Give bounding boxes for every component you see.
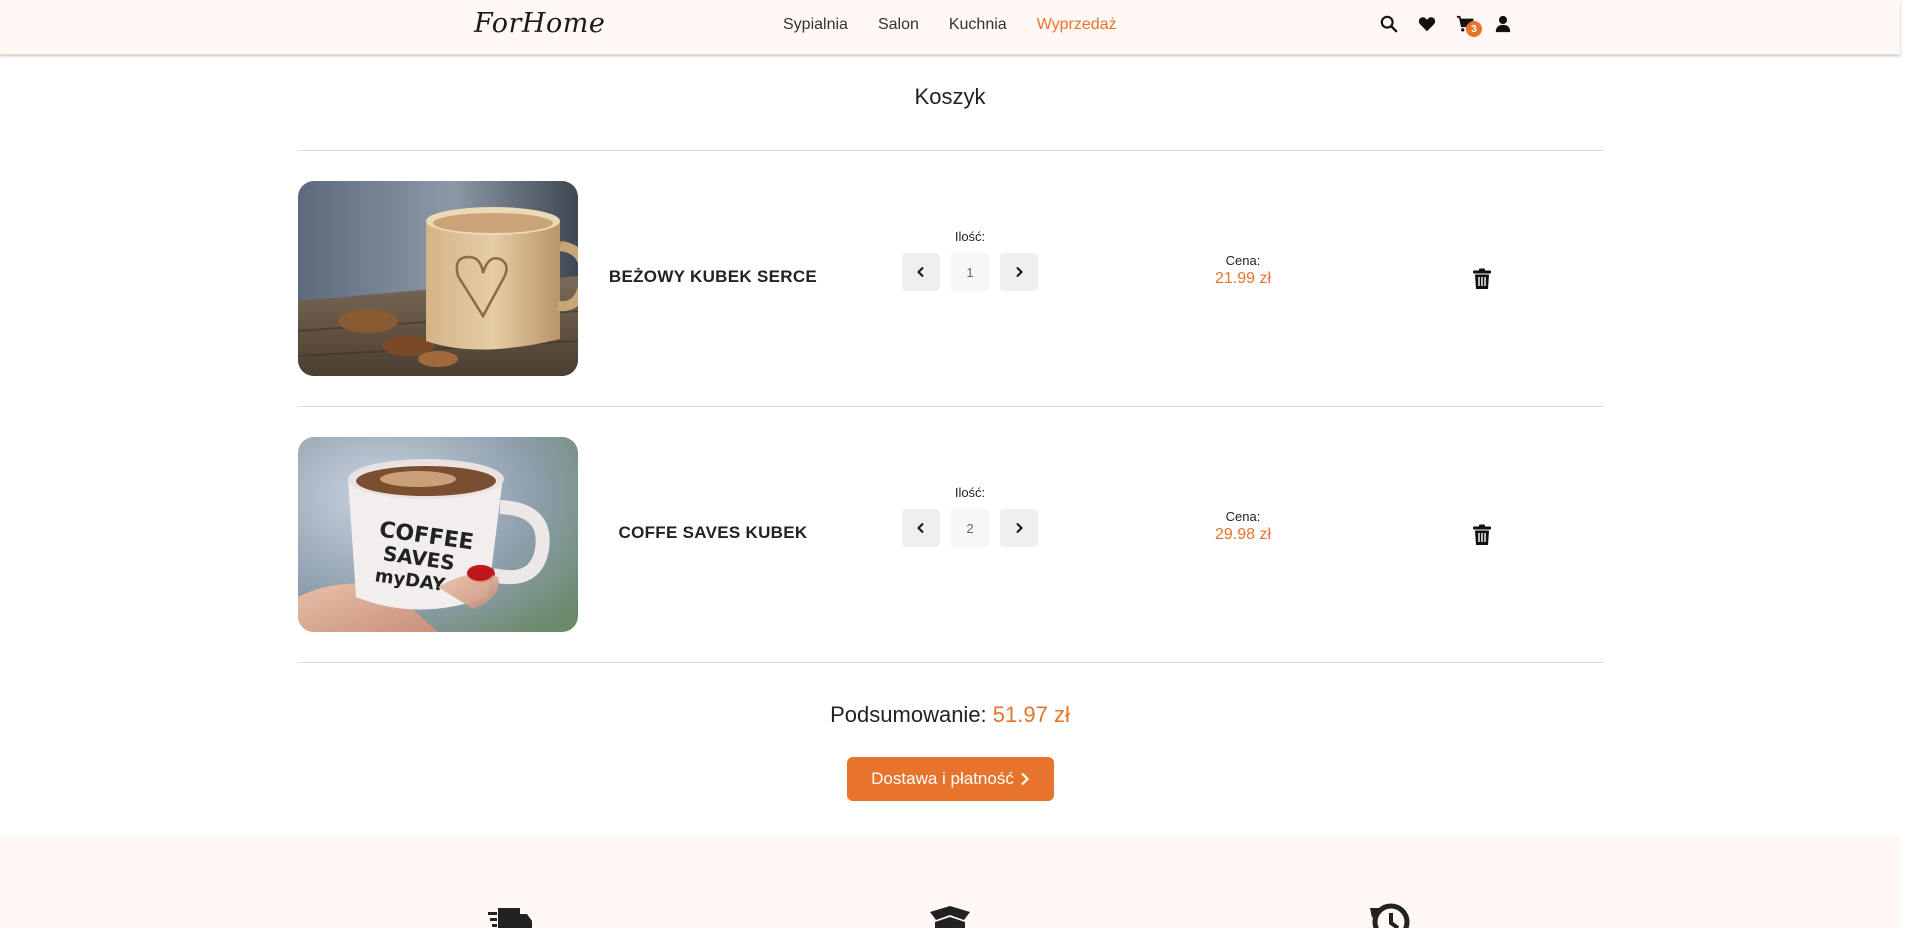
quantity-label: Ilość:: [954, 485, 986, 500]
remove-item-button[interactable]: [1472, 268, 1492, 290]
search-icon[interactable]: [1378, 13, 1400, 35]
nav-item-sypialnia[interactable]: Sypialnia: [783, 16, 848, 34]
price-value: 29.98 zł: [1214, 526, 1272, 543]
trash-icon: [1473, 524, 1491, 545]
chevron-left-icon: [917, 266, 924, 278]
nav-item-kuchnia[interactable]: Kuchnia: [949, 16, 1007, 34]
trash-icon: [1473, 268, 1491, 289]
main-nav: Sypialnia Salon Kuchnia Wyprzedaż: [783, 16, 1147, 34]
truck-icon: [488, 898, 532, 928]
page-title: Koszyk: [914, 84, 986, 109]
increase-quantity-button[interactable]: [1000, 509, 1038, 547]
product-image-coffee-saves-mug[interactable]: COFFEE SAVES myDAY: [298, 437, 578, 632]
increase-quantity-button[interactable]: [1000, 253, 1038, 291]
product-name[interactable]: COFFE SAVES KUBEK: [598, 523, 828, 543]
quantity-input[interactable]: [951, 509, 989, 547]
chevron-right-icon: [1016, 266, 1023, 278]
quantity-stepper: Ilość:: [902, 485, 1038, 547]
price-block: Cena: 21.99 zł: [1168, 253, 1318, 288]
heart-icon[interactable]: [1416, 13, 1438, 35]
product-image-beige-heart-mug[interactable]: [298, 181, 578, 376]
user-icon[interactable]: [1492, 13, 1514, 35]
chevron-right-icon: [1021, 772, 1029, 786]
decrease-quantity-button[interactable]: [902, 253, 940, 291]
chevron-right-icon: [1016, 522, 1023, 534]
summary-amount: 51.97 zł: [992, 702, 1070, 727]
order-summary: Podsumowanie: 51.97 zł: [0, 702, 1900, 728]
divider: [298, 662, 1604, 663]
price-label: Cena:: [1225, 509, 1261, 524]
quantity-input[interactable]: [951, 253, 989, 291]
quantity-label: Ilość:: [954, 229, 986, 244]
cart-icon[interactable]: 3: [1454, 13, 1482, 37]
divider: [298, 406, 1604, 407]
quantity-stepper: Ilość:: [902, 229, 1038, 291]
chevron-left-icon: [917, 522, 924, 534]
price-label: Cena:: [1225, 253, 1261, 268]
delivery-and-payment-button[interactable]: Dostawa i płatność: [847, 757, 1054, 801]
logo[interactable]: ForHome: [474, 8, 605, 39]
cart-count-badge: 3: [1466, 21, 1482, 37]
cart-item: BEŻOWY KUBEK SERCE Ilość: Cena: 21.99 zł: [298, 181, 1604, 376]
history-icon: [1368, 898, 1412, 928]
decrease-quantity-button[interactable]: [902, 509, 940, 547]
price-value: 21.99 zł: [1214, 270, 1272, 287]
top-navbar: ForHome Sypialnia Salon Kuchnia Wyprzeda…: [0, 0, 1900, 55]
remove-item-button[interactable]: [1472, 524, 1492, 546]
product-name[interactable]: BEŻOWY KUBEK SERCE: [598, 267, 828, 287]
checkout-button-label: Dostawa i płatność: [871, 769, 1014, 788]
nav-item-wyprzedaz[interactable]: Wyprzedaż: [1037, 16, 1117, 34]
summary-label: Podsumowanie:: [830, 702, 987, 727]
box-icon: [928, 898, 972, 928]
cart-item: COFFEE SAVES myDAY COFFE SAVES KUBEK Ilo…: [298, 437, 1604, 632]
price-block: Cena: 29.98 zł: [1168, 509, 1318, 544]
header-icons: 3: [1378, 13, 1530, 37]
divider: [298, 150, 1604, 151]
nav-item-salon[interactable]: Salon: [878, 16, 919, 34]
footer-features: [0, 836, 1900, 928]
